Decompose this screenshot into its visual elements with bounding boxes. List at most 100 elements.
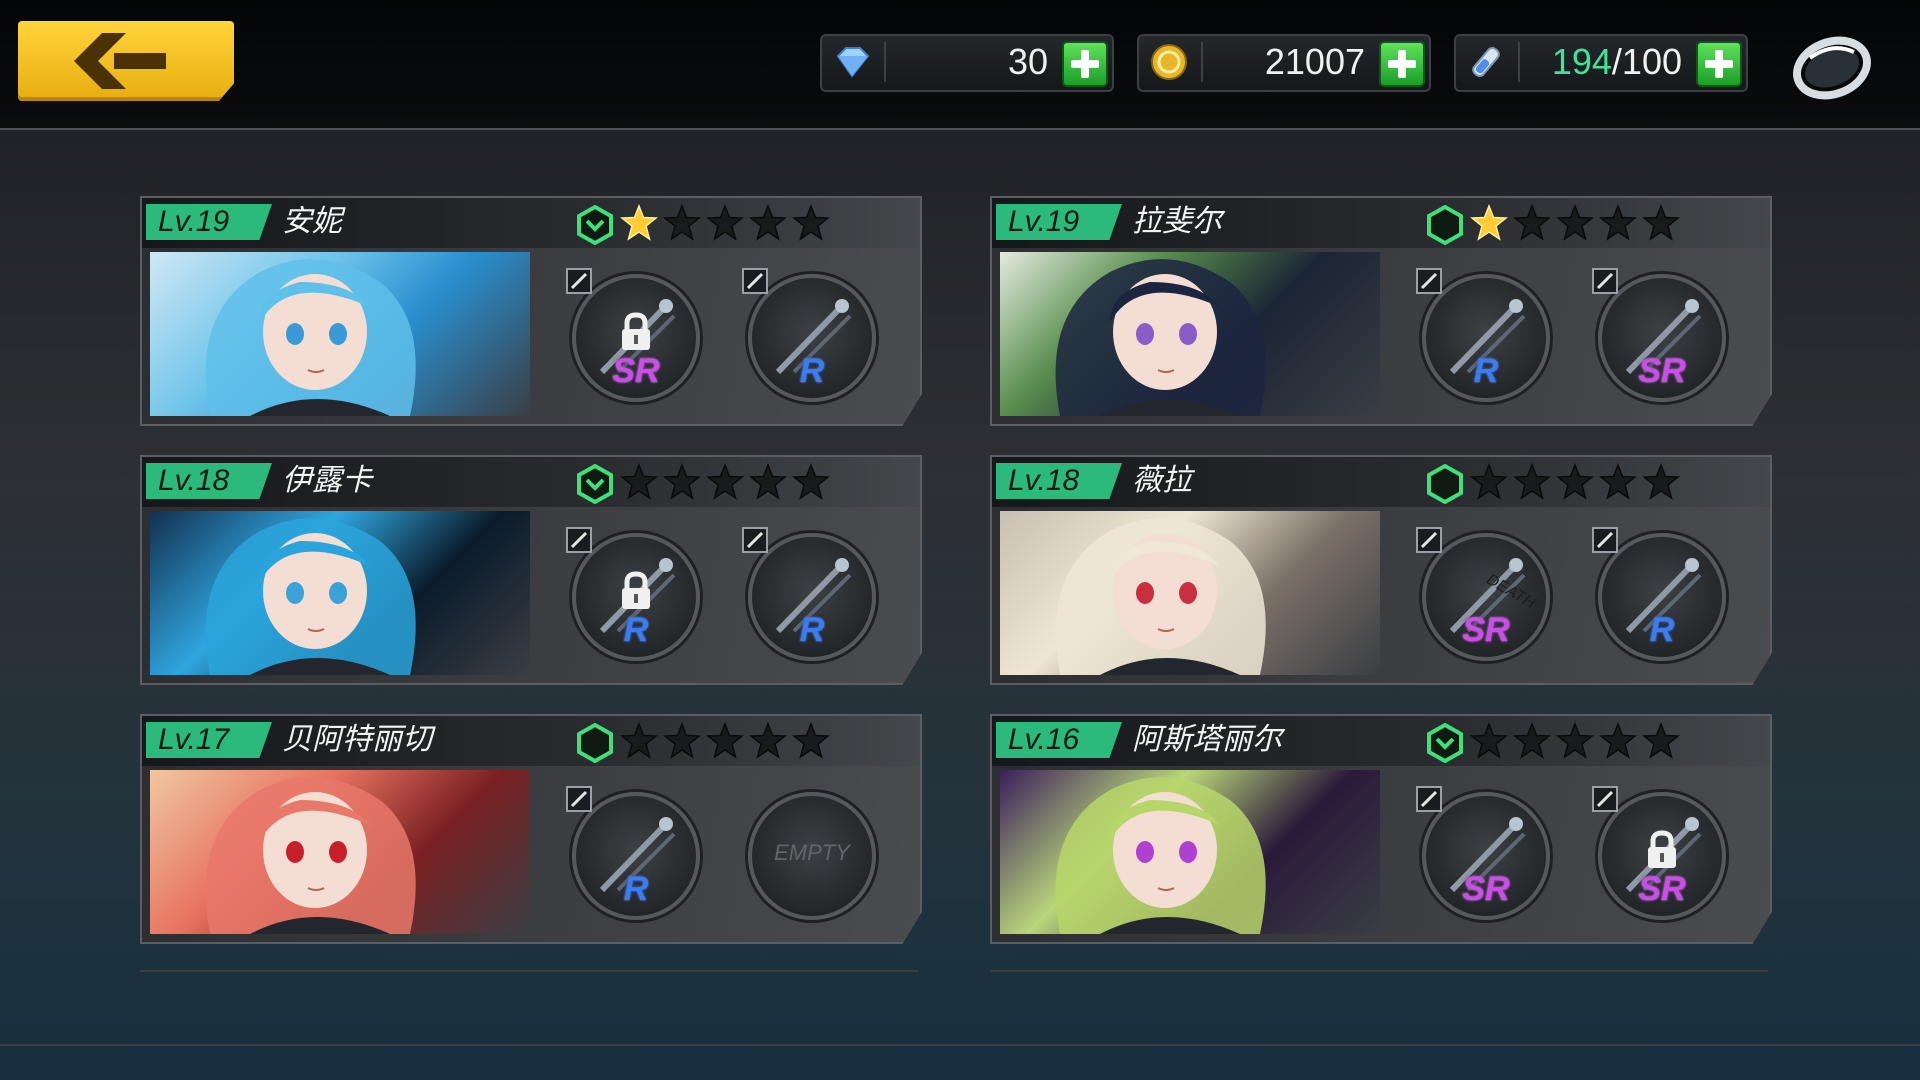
star-empty-icon — [748, 203, 788, 246]
star-empty-icon — [662, 721, 702, 764]
star-rating — [619, 203, 831, 246]
character-card[interactable]: Lv.17 贝阿特丽切 R EMPTY — [140, 714, 922, 944]
back-arrow-icon — [74, 33, 166, 89]
character-card[interactable]: Lv.18 薇拉 DEATH SR R — [990, 455, 1772, 685]
rarity-label: R — [799, 611, 825, 649]
star-empty-icon — [1555, 721, 1595, 764]
equipment-slot[interactable]: SR — [566, 268, 706, 408]
character-portrait[interactable] — [1000, 770, 1380, 934]
star-empty-icon — [1512, 721, 1552, 764]
stamina-count: 194/100 — [1552, 40, 1682, 84]
list-divider — [140, 970, 918, 972]
character-card[interactable]: Lv.18 伊露卡 R R — [140, 455, 922, 685]
stamina-max: /100 — [1611, 41, 1682, 82]
gold-count: 21007 — [1264, 41, 1365, 82]
star-rating — [619, 721, 831, 764]
star-empty-icon — [1512, 462, 1552, 505]
star-rating — [1469, 462, 1681, 505]
equipment-slot[interactable]: SR — [1592, 786, 1732, 926]
rarity-label: R — [1649, 611, 1675, 649]
star-empty-icon — [1598, 721, 1638, 764]
equipment-slot[interactable]: R — [1592, 527, 1732, 667]
star-empty-icon — [705, 462, 745, 505]
star-empty-icon — [791, 203, 831, 246]
character-portrait[interactable] — [150, 770, 530, 934]
character-name: 薇拉 — [1132, 463, 1192, 498]
character-card[interactable]: Lv.16 阿斯塔丽尔 SR SR — [990, 714, 1772, 944]
bottom-divider — [0, 1044, 1920, 1046]
gem-icon — [836, 47, 870, 78]
equipment-slot[interactable]: R — [742, 527, 882, 667]
character-name: 伊露卡 — [282, 463, 372, 498]
divider — [1201, 42, 1203, 82]
star-rating — [619, 462, 831, 505]
gem-counter: 30 — [820, 34, 1114, 92]
rarity-label: R — [799, 352, 825, 390]
star-empty-icon — [619, 462, 659, 505]
star-filled-icon — [619, 203, 659, 246]
star-empty-icon — [791, 462, 831, 505]
hexagon-rank-icon — [1426, 463, 1464, 508]
equipment-slot[interactable]: EMPTY — [742, 786, 882, 926]
lock-icon — [618, 312, 654, 356]
character-card[interactable]: Lv.19 拉斐尔 R SR — [990, 196, 1772, 426]
character-portrait[interactable] — [150, 511, 530, 675]
equipment-slot[interactable]: R — [1416, 268, 1556, 408]
character-name: 拉斐尔 — [1132, 204, 1222, 239]
level-badge: Lv.17 — [146, 722, 272, 758]
settings-button[interactable] — [1790, 28, 1874, 104]
star-filled-icon — [1469, 203, 1509, 246]
add-gems-button[interactable] — [1062, 41, 1108, 87]
back-button[interactable] — [18, 21, 234, 101]
divider — [1518, 42, 1520, 82]
lock-icon — [1644, 830, 1680, 874]
level-badge: Lv.18 — [146, 463, 272, 499]
star-empty-icon — [1641, 203, 1681, 246]
character-name: 阿斯塔丽尔 — [1132, 722, 1282, 757]
empty-slot-label: EMPTY — [774, 840, 850, 865]
chevron-rank-icon — [1426, 722, 1464, 767]
equipment-slot[interactable]: R — [566, 527, 706, 667]
divider — [884, 42, 886, 82]
rarity-label: SR — [1462, 870, 1510, 908]
character-card[interactable]: Lv.19 安妮 SR R — [140, 196, 922, 426]
star-empty-icon — [1469, 462, 1509, 505]
add-stamina-button[interactable] — [1696, 41, 1742, 87]
star-empty-icon — [662, 203, 702, 246]
equipment-slot[interactable]: SR — [1592, 268, 1732, 408]
stamina-potion-icon — [1472, 46, 1500, 78]
equipment-slot[interactable]: R — [566, 786, 706, 926]
rarity-label: SR — [612, 352, 660, 390]
hexagon-rank-icon — [576, 722, 614, 767]
star-empty-icon — [662, 462, 702, 505]
chevron-rank-icon — [576, 204, 614, 249]
star-empty-icon — [705, 203, 745, 246]
star-empty-icon — [1598, 203, 1638, 246]
character-portrait[interactable] — [1000, 511, 1380, 675]
star-empty-icon — [1555, 462, 1595, 505]
star-empty-icon — [748, 462, 788, 505]
star-rating — [1469, 203, 1681, 246]
level-badge: Lv.18 — [996, 463, 1122, 499]
star-empty-icon — [748, 721, 788, 764]
equipment-slot[interactable]: R — [742, 268, 882, 408]
chevron-rank-icon — [576, 463, 614, 508]
top-bar: 30 21007 194/100 — [0, 0, 1920, 130]
character-name: 安妮 — [282, 204, 342, 239]
equipment-slot[interactable]: DEATH SR — [1416, 527, 1556, 667]
character-portrait[interactable] — [1000, 252, 1380, 416]
gold-coin-icon — [1151, 44, 1187, 80]
rarity-label: SR — [1462, 611, 1510, 649]
character-portrait[interactable] — [150, 252, 530, 416]
stamina-counter: 194/100 — [1454, 34, 1748, 92]
ring-icon — [1793, 36, 1871, 100]
add-gold-button[interactable] — [1379, 41, 1425, 87]
rarity-label: R — [623, 611, 649, 649]
star-empty-icon — [1555, 203, 1595, 246]
star-empty-icon — [705, 721, 745, 764]
rarity-label: SR — [1638, 352, 1686, 390]
star-empty-icon — [619, 721, 659, 764]
level-badge: Lv.19 — [996, 204, 1122, 240]
level-badge: Lv.16 — [996, 722, 1122, 758]
equipment-slot[interactable]: SR — [1416, 786, 1556, 926]
